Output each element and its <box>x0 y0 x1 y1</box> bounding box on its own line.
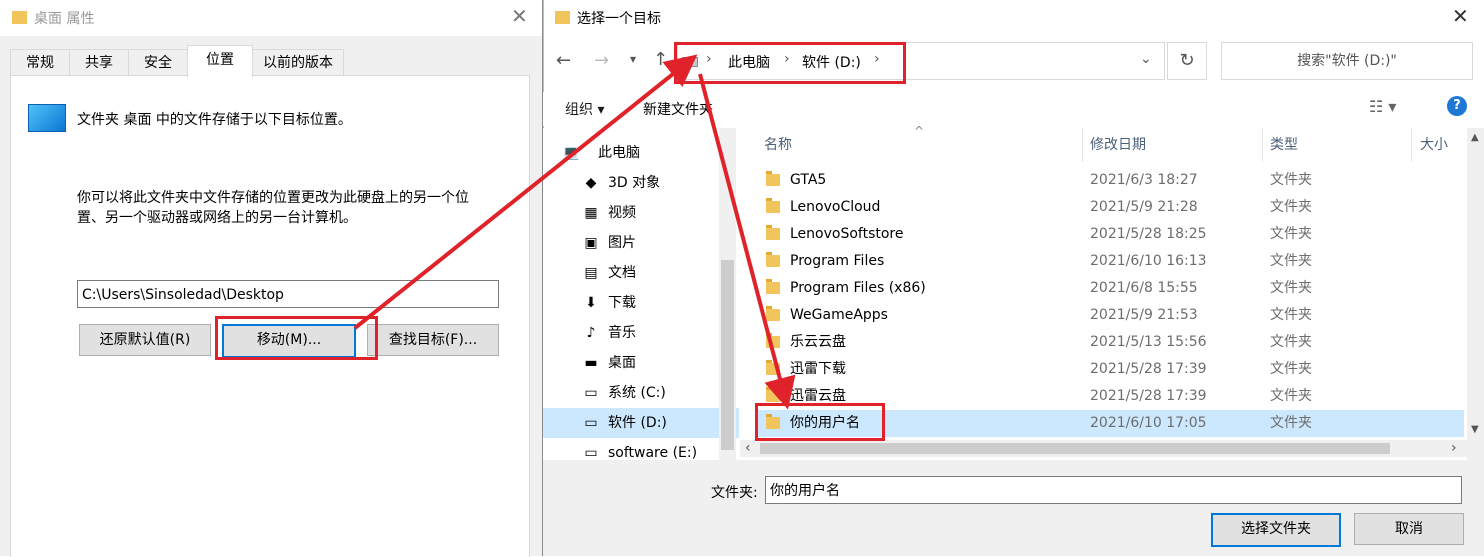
annotation-arrow-to-address <box>353 54 698 330</box>
annotation-arrow-to-folder <box>698 73 796 410</box>
annotation-arrows <box>353 54 796 410</box>
tab-location[interactable]: 位置 <box>187 45 253 77</box>
